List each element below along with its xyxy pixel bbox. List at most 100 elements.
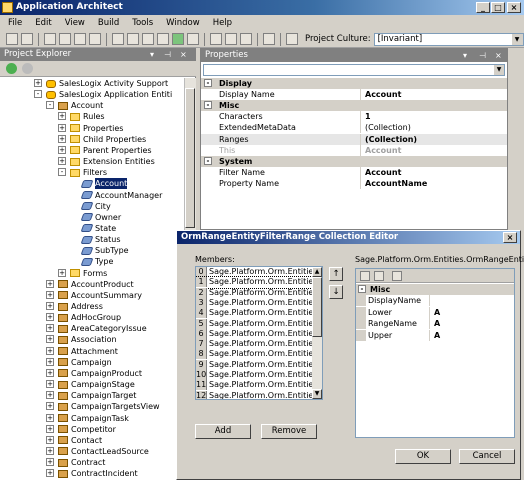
dialog-close-button[interactable]: × (503, 232, 517, 243)
expand-toggle-icon[interactable]: + (46, 335, 54, 344)
build-icon[interactable] (157, 33, 169, 45)
tree-item[interactable]: CampaignTask (71, 413, 129, 424)
expand-toggle-icon[interactable]: + (46, 357, 54, 366)
property-row[interactable]: ExtendedMetaData (Collection) (201, 122, 507, 134)
expand-toggle-icon[interactable]: + (58, 112, 66, 121)
member-item[interactable]: 9Sage.Platform.Orm.Entities.Orm (196, 359, 312, 371)
member-item[interactable]: 1Sage.Platform.Orm.Entities.Orm (196, 276, 313, 289)
tree-item[interactable]: Owner (95, 212, 121, 223)
forward-icon[interactable] (22, 63, 33, 74)
menu-window[interactable]: Window (166, 18, 200, 28)
tree-item[interactable]: SalesLogix Application Entiti (59, 89, 172, 100)
expand-toggle-icon[interactable]: + (58, 134, 66, 143)
item-property-value[interactable] (430, 295, 514, 306)
paste-icon[interactable] (74, 33, 86, 45)
tree-item[interactable]: City (95, 201, 111, 212)
close-icon[interactable]: × (180, 48, 187, 61)
tree-item[interactable]: AccountManager (95, 190, 162, 201)
scroll-down-icon[interactable]: ▼ (312, 389, 322, 399)
tree-item[interactable]: Competitor (71, 424, 116, 435)
move-down-button[interactable]: ↓ (329, 285, 343, 299)
item-property-value[interactable]: A (430, 307, 514, 318)
tree-item[interactable]: Parent Properties (83, 145, 152, 156)
member-item[interactable]: 8Sage.Platform.Orm.Entities.Orm (196, 349, 312, 360)
item-property-row[interactable]: RangeName A (356, 318, 514, 330)
dropdown-icon[interactable]: ▾ (463, 49, 467, 62)
open-project-icon[interactable] (127, 33, 139, 45)
expand-toggle-icon[interactable]: + (46, 302, 54, 310)
property-value[interactable]: Account (361, 167, 507, 178)
tree-item[interactable]: ContactLeadSource (71, 446, 149, 457)
minimize-button[interactable]: _ (476, 2, 490, 13)
object-select[interactable]: ▼ (203, 64, 505, 76)
expand-toggle-icon[interactable]: + (58, 145, 66, 154)
expand-toggle-icon[interactable]: + (46, 458, 54, 467)
member-item[interactable]: 11Sage.Platform.Orm.Entities.Orm (196, 380, 312, 391)
grid-icon[interactable] (142, 33, 154, 45)
property-category[interactable]: - Misc (201, 100, 507, 112)
expand-toggle-icon[interactable]: + (46, 313, 54, 322)
tree-item[interactable]: ContractIncident (71, 468, 138, 479)
menu-edit[interactable]: Edit (35, 18, 51, 28)
explorer-scroll-thumb[interactable] (185, 88, 195, 228)
member-item[interactable]: 0Sage.Platform.Orm.Entities.Orm (196, 267, 312, 278)
back-icon[interactable] (6, 63, 17, 74)
tree-item[interactable]: SubType (95, 245, 129, 256)
ok-button[interactable]: OK (395, 449, 451, 464)
properties-icon[interactable] (225, 33, 237, 45)
property-pages-icon[interactable] (392, 271, 402, 281)
pin-icon[interactable]: ⊣ (164, 48, 171, 61)
property-row[interactable]: Characters 1 (201, 111, 507, 123)
property-category[interactable]: - System (201, 155, 507, 167)
tree-item[interactable]: Extension Entities (83, 156, 155, 167)
deploy-icon[interactable] (172, 33, 184, 45)
property-row[interactable]: Ranges (Collection) (201, 133, 507, 145)
alphabetical-icon[interactable] (374, 271, 384, 281)
new-project-icon[interactable] (112, 33, 124, 45)
close-button[interactable]: × (507, 2, 521, 13)
save-icon[interactable] (6, 33, 18, 45)
tree-item[interactable]: CampaignTarget (71, 390, 136, 401)
tree-item[interactable]: Forms (83, 268, 107, 279)
item-property-value[interactable]: A (430, 330, 514, 341)
property-value[interactable]: 1 (361, 111, 507, 122)
tree-item[interactable]: CampaignTargetsView (71, 401, 160, 412)
expand-toggle-icon[interactable]: + (34, 79, 42, 87)
expand-toggle-icon[interactable]: + (46, 424, 54, 433)
property-category[interactable]: - Display (201, 78, 507, 89)
remove-button[interactable]: Remove (261, 424, 317, 439)
menu-view[interactable]: View (65, 18, 85, 28)
tree-item[interactable]: Status (95, 234, 121, 245)
property-value[interactable]: AccountName (361, 178, 507, 189)
categorized-icon[interactable] (360, 271, 370, 281)
member-item[interactable]: 6Sage.Platform.Orm.Entities.Orm (196, 328, 312, 340)
expand-toggle-icon[interactable]: - (34, 90, 42, 99)
item-property-row[interactable]: Lower A (356, 306, 514, 318)
tree-item[interactable]: Campaign (71, 357, 112, 368)
tree-item[interactable]: Address (71, 301, 103, 312)
property-row[interactable]: Filter Name Account (201, 166, 507, 178)
property-value[interactable]: (Collection) (361, 122, 507, 133)
collapse-icon[interactable]: - (358, 285, 366, 293)
tree-item[interactable]: Attachment (71, 346, 118, 357)
tree-item[interactable]: Account (95, 178, 128, 190)
maximize-button[interactable]: □ (491, 2, 505, 13)
tree-item[interactable]: Child Properties (83, 134, 146, 145)
expand-toggle-icon[interactable]: + (58, 268, 66, 277)
tree-item[interactable]: State (95, 223, 116, 234)
tree-item[interactable]: AccountProduct (71, 279, 134, 290)
chevron-down-icon[interactable]: ▼ (511, 33, 523, 45)
expand-toggle-icon[interactable]: + (46, 391, 54, 400)
member-item[interactable]: 7Sage.Platform.Orm.Entities.Orm (196, 339, 312, 350)
expand-toggle-icon[interactable]: + (46, 413, 54, 422)
menu-help[interactable]: Help (213, 18, 232, 28)
menu-build[interactable]: Build (98, 18, 119, 28)
member-item[interactable]: 10Sage.Platform.Orm.Entities.Orm (196, 370, 312, 381)
expand-toggle-icon[interactable]: + (46, 290, 54, 299)
member-item[interactable]: 3Sage.Platform.Orm.Entities.Orm (196, 297, 312, 309)
tree-item[interactable]: Rules (83, 111, 105, 122)
save-all-icon[interactable] (21, 33, 33, 45)
tree-item[interactable]: Association (71, 334, 117, 345)
close-icon[interactable]: × (495, 49, 502, 62)
member-item[interactable]: 4Sage.Platform.Orm.Entities.Orm (196, 308, 312, 319)
